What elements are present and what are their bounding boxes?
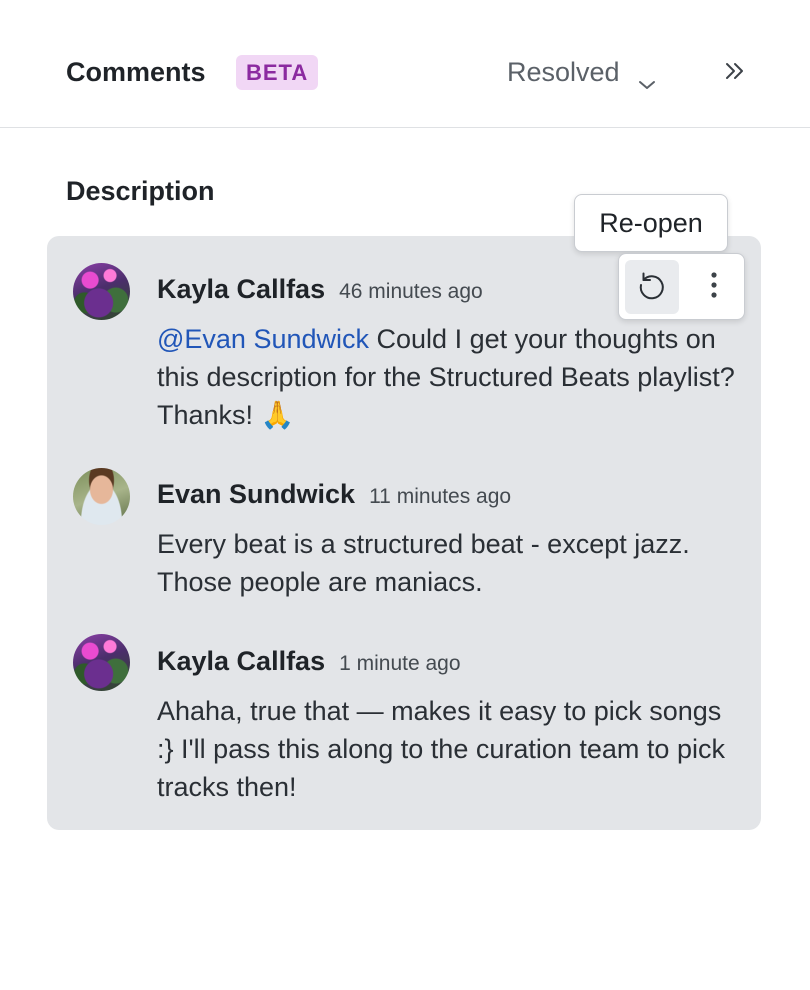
comment-header: Evan Sundwick 11 minutes ago <box>157 479 511 510</box>
avatar[interactable] <box>73 468 130 525</box>
user-mention-link[interactable]: @Evan Sundwick <box>157 324 369 354</box>
double-chevron-right-icon <box>724 60 746 87</box>
comment-body: Every beat is a structured beat - except… <box>157 529 690 597</box>
more-options-button[interactable] <box>689 260 739 314</box>
comment-timestamp: 46 minutes ago <box>339 280 483 303</box>
reopen-button[interactable] <box>625 260 679 314</box>
comment-author[interactable]: Kayla Callfas <box>157 274 325 304</box>
chevron-down-icon <box>638 67 656 89</box>
comment-body: @Evan Sundwick Could I get your thoughts… <box>157 320 737 434</box>
comment-actions-toolbar <box>618 253 745 320</box>
avatar[interactable] <box>73 634 130 691</box>
more-vertical-icon <box>710 271 718 304</box>
resolved-filter-select[interactable]: Resolved <box>507 57 656 89</box>
comments-panel: Comments BETA Resolved Description Kayla… <box>0 0 810 990</box>
comment-author[interactable]: Evan Sundwick <box>157 479 355 509</box>
collapse-panel-button[interactable] <box>720 56 750 90</box>
comment-header: Kayla Callfas 46 minutes ago <box>157 274 483 305</box>
beta-badge: BETA <box>236 55 319 90</box>
comment-thread: Kayla Callfas 46 minutes ago @Evan Sundwi… <box>47 236 761 830</box>
avatar[interactable] <box>73 263 130 320</box>
reopen-icon <box>635 268 669 307</box>
comment-author[interactable]: Kayla Callfas <box>157 646 325 676</box>
comment-timestamp: 1 minute ago <box>339 652 461 675</box>
reopen-tooltip: Re-open <box>574 194 728 252</box>
comment-header: Kayla Callfas 1 minute ago <box>157 646 461 677</box>
filter-selected-label: Resolved <box>507 57 620 87</box>
comment-body: Ahaha, true that — makes it easy to pick… <box>157 696 725 802</box>
comments-header: Comments BETA Resolved <box>0 0 810 128</box>
panel-title: Comments <box>66 57 206 87</box>
comment-timestamp: 11 minutes ago <box>369 485 512 508</box>
section-title: Description <box>66 176 215 206</box>
